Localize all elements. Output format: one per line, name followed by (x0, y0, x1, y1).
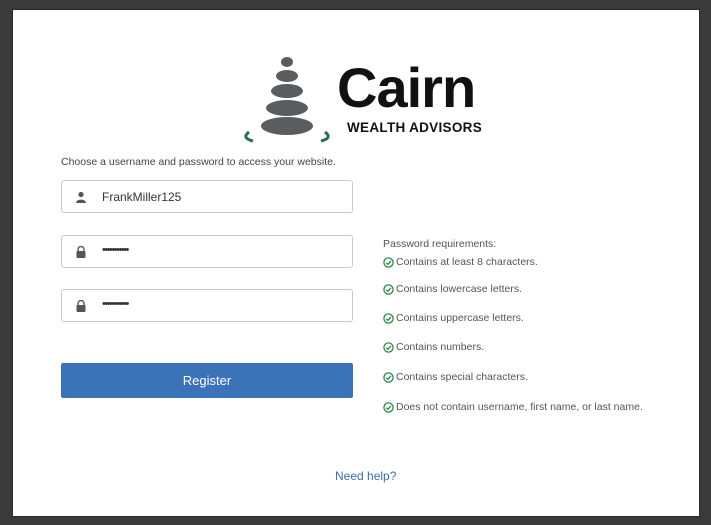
user-icon (76, 191, 86, 203)
brand-logo: Cairn WEALTH ADVISORS (237, 52, 499, 146)
requirement-item: Contains numbers. (383, 341, 484, 353)
confirm-password-field[interactable]: ••••••••••• (61, 289, 353, 322)
password-field[interactable]: ••••••••••• (61, 235, 353, 268)
requirement-item: Contains lowercase letters. (383, 283, 522, 295)
username-value: FrankMiller125 (102, 190, 182, 204)
brand-tagline: WEALTH ADVISORS (347, 120, 482, 135)
brand-name: Cairn (337, 56, 476, 119)
requirement-label: Contains uppercase letters. (396, 312, 524, 324)
check-circle-icon (383, 341, 394, 353)
login-page: Cairn WEALTH ADVISORS Choose a username … (12, 9, 700, 517)
check-circle-icon (383, 371, 394, 383)
requirement-label: Does not contain username, first name, o… (396, 401, 643, 413)
password-value: ••••••••••• (102, 244, 129, 256)
lock-icon (76, 300, 86, 312)
requirement-item: Contains special characters. (383, 371, 528, 383)
requirement-label: Contains special characters. (396, 371, 528, 383)
password-requirements-title: Password requirements: (383, 238, 497, 250)
register-button[interactable]: Register (61, 363, 353, 398)
requirement-label: Contains at least 8 characters. (396, 256, 538, 268)
requirement-label: Contains numbers. (396, 341, 485, 353)
check-circle-icon (383, 283, 394, 295)
requirement-label: Contains lowercase letters. (396, 283, 523, 295)
requirement-item: Contains at least 8 characters. (383, 256, 538, 268)
requirement-item: Does not contain username, first name, o… (383, 401, 643, 413)
lock-icon (76, 246, 86, 258)
need-help-link[interactable]: Need help? (335, 469, 396, 483)
username-field[interactable]: FrankMiller125 (61, 180, 353, 213)
confirm-password-value: ••••••••••• (102, 298, 129, 310)
requirement-item: Contains uppercase letters. (383, 312, 524, 324)
cairn-stones-icon (244, 57, 330, 143)
check-circle-icon (383, 256, 394, 268)
check-circle-icon (383, 401, 394, 413)
form-instruction: Choose a username and password to access… (61, 156, 336, 168)
check-circle-icon (383, 312, 394, 324)
